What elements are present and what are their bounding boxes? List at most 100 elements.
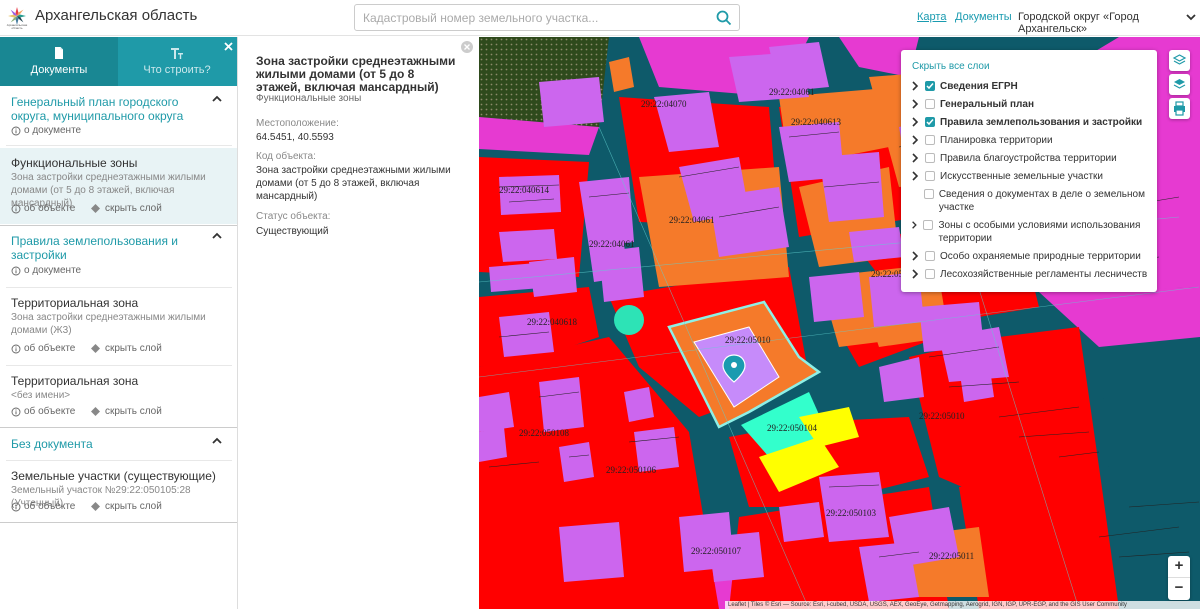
chevron-right-icon[interactable] (911, 220, 917, 230)
layer-checkbox[interactable] (925, 99, 935, 109)
layer-row-general-plan[interactable]: Генеральный план (911, 98, 1034, 111)
layer-checkbox[interactable] (925, 153, 935, 163)
hide-layer-label: скрыть слой (105, 406, 162, 417)
functional-zones-hide-layer-link[interactable]: скрыть слой (90, 203, 162, 214)
chevron-right-icon[interactable] (911, 81, 919, 91)
app-title: Архангельская область (35, 7, 198, 24)
divider (6, 460, 232, 461)
roundabout (614, 305, 644, 335)
info-icon (11, 126, 21, 135)
cadastral-label: 29:22:050103 (826, 508, 877, 518)
location-value: 64.5451, 40.5593 (256, 132, 334, 143)
layer-label: Генеральный план (940, 99, 1034, 110)
basemap-button[interactable] (1169, 74, 1190, 95)
layer-diamond-icon (91, 407, 100, 416)
layer-row-landscaping-rules[interactable]: Правила благоустройства территории (911, 152, 1117, 165)
print-button[interactable] (1169, 98, 1190, 119)
tab-what-to-build[interactable]: Что строить? (118, 37, 236, 86)
close-icon[interactable] (461, 41, 473, 53)
hide-all-layers-link[interactable]: Скрыть все слои (912, 61, 990, 72)
section-land-use-rules-title[interactable]: Правила землепользования и застройки (11, 234, 181, 262)
layer-checkbox[interactable] (925, 269, 935, 279)
territorial-zone-about-link[interactable]: об объекте (11, 343, 75, 354)
layer-row-forestry[interactable]: Лесохозяйственные регламенты лесничеств (911, 268, 1147, 281)
chevron-right-icon[interactable] (911, 135, 919, 145)
info-icon (11, 266, 21, 275)
about-object-label: об объекте (24, 203, 76, 214)
tab-documents[interactable]: Документы (0, 37, 118, 86)
nav-documents-link[interactable]: Документы (955, 11, 1012, 23)
info-icon (11, 407, 21, 416)
cadastral-label: 29:22:050107 (691, 546, 742, 556)
layer-label: Лесохозяйственные регламенты лесничеств (940, 269, 1148, 280)
section-general-plan-title[interactable]: Генеральный план городского округа, муни… (11, 95, 206, 123)
section-no-document-title[interactable]: Без документа (11, 437, 93, 451)
cadastral-label: 29:22:05010 (919, 411, 965, 421)
chevron-down-icon[interactable] (1186, 12, 1196, 22)
chevron-right-icon[interactable] (911, 269, 919, 279)
layer-checkbox[interactable] (925, 251, 935, 261)
chevron-up-icon[interactable] (211, 230, 223, 242)
chevron-right-icon[interactable] (911, 251, 919, 261)
layer-checkbox[interactable] (925, 81, 935, 91)
nav-map-link[interactable]: Карта (917, 11, 946, 23)
layer-row-egrn[interactable]: Сведения ЕГРН (911, 80, 1018, 93)
divider (6, 145, 232, 146)
panel-tabs: Документы Что строить? (0, 37, 237, 86)
cadastral-search-input[interactable] (363, 9, 703, 27)
layers-icon (1172, 54, 1187, 65)
text-format-icon (171, 48, 183, 59)
cadastral-label: 29:22:040613 (791, 117, 842, 127)
layers-panel: Скрыть все слои Сведения ЕГРН Генеральны… (901, 50, 1157, 292)
chevron-right-icon[interactable] (911, 153, 919, 163)
land-use-rules-about-link[interactable]: о документе (11, 265, 81, 276)
chevron-right-icon[interactable] (911, 171, 919, 181)
layers-button[interactable] (1169, 50, 1190, 71)
layer-checkbox[interactable] (923, 220, 934, 230)
cadastral-label: 29:22:04070 (641, 99, 687, 109)
tab-what-to-build-label: Что строить? (143, 64, 211, 76)
divider (0, 522, 237, 523)
about-document-label: о документе (24, 265, 82, 276)
territorial-zone-hide-layer-link[interactable]: скрыть слой (90, 343, 162, 354)
functional-zones-about-link[interactable]: об объекте (11, 203, 75, 214)
zoom-control: + − (1168, 556, 1190, 600)
layer-row-special-zones[interactable]: Зоны с особыми условиями использования т… (911, 219, 1147, 245)
territorial-zone-title[interactable]: Территориальная зона (11, 296, 138, 310)
land-plots-about-link[interactable]: об объекте (11, 501, 75, 512)
object-status-label: Статус объекта: (256, 211, 331, 222)
layer-checkbox[interactable] (925, 117, 935, 127)
about-object-label: об объекте (24, 406, 76, 417)
zoom-in-button[interactable]: + (1168, 556, 1190, 578)
layer-row-artificial-plots[interactable]: Искусственные земельные участки (911, 170, 1103, 183)
layer-checkbox[interactable] (923, 189, 934, 199)
map-attribution: Leaflet | Tiles © Esri — Source: Esri, i… (725, 601, 1200, 609)
chevron-up-icon[interactable] (211, 435, 223, 447)
object-info-panel: Зона застройки среднеэтажными жилыми дом… (239, 37, 479, 609)
functional-zones-title[interactable]: Функциональные зоны (11, 156, 137, 170)
general-plan-about-link[interactable]: о документе (11, 125, 81, 136)
layer-row-document-info[interactable]: Сведения о документах в деле о земельном… (911, 188, 1147, 214)
document-icon (55, 47, 63, 59)
chevron-right-icon[interactable] (911, 117, 919, 127)
district-selector[interactable]: Городской округ «Город Архангельск» (1018, 11, 1200, 35)
about-document-label: о документе (24, 125, 82, 136)
layer-row-territory-planning[interactable]: Планировка территории (911, 134, 1053, 147)
search-icon[interactable] (715, 9, 733, 27)
territorial-zone-2-title[interactable]: Территориальная зона (11, 374, 138, 388)
chevron-right-icon[interactable] (911, 99, 919, 109)
layer-label: Правила землепользования и застройки (940, 117, 1143, 128)
info-icon (11, 344, 21, 353)
zoom-out-button[interactable]: − (1168, 578, 1190, 600)
layer-checkbox[interactable] (925, 135, 935, 145)
chevron-up-icon[interactable] (211, 93, 223, 105)
layer-row-land-use-rules[interactable]: Правила землепользования и застройки (911, 116, 1142, 129)
close-icon[interactable] (223, 41, 234, 52)
layer-checkbox[interactable] (925, 171, 935, 181)
print-icon (1174, 101, 1185, 116)
territorial-zone-2-about-link[interactable]: об объекте (11, 406, 75, 417)
territorial-zone-2-hide-layer-link[interactable]: скрыть слой (90, 406, 162, 417)
land-plots-title[interactable]: Земельные участки (существующие) (11, 469, 216, 483)
layer-row-protected-areas[interactable]: Особо охраняемые природные территории (911, 250, 1141, 263)
land-plots-hide-layer-link[interactable]: скрыть слой (90, 501, 162, 512)
